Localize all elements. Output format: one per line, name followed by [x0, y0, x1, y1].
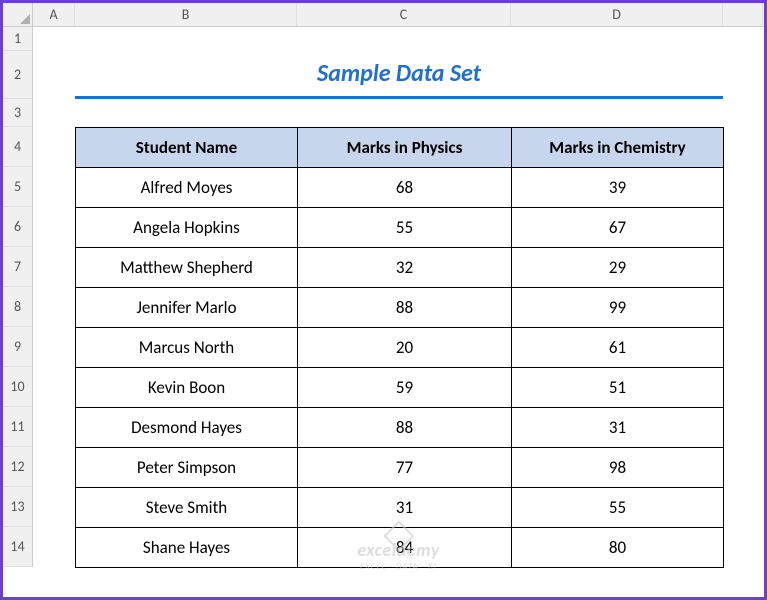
table-row: Shane Hayes8480: [76, 528, 724, 568]
header-student-name[interactable]: Student Name: [76, 128, 298, 168]
table-row: Matthew Shepherd3229: [76, 248, 724, 288]
row-header-10[interactable]: 10: [3, 367, 32, 407]
cell-student-name[interactable]: Jennifer Marlo: [76, 288, 298, 328]
cell-student-name[interactable]: Desmond Hayes: [76, 408, 298, 448]
cell-student-name[interactable]: Angela Hopkins: [76, 208, 298, 248]
col-header-D[interactable]: D: [511, 3, 723, 26]
cell-student-name[interactable]: Shane Hayes: [76, 528, 298, 568]
table-row: Jennifer Marlo8899: [76, 288, 724, 328]
cell-marks-physics[interactable]: 31: [298, 488, 512, 528]
cell-marks-chemistry[interactable]: 99: [512, 288, 724, 328]
cell-marks-chemistry[interactable]: 98: [512, 448, 724, 488]
table-row: Desmond Hayes8831: [76, 408, 724, 448]
cell-marks-chemistry[interactable]: 51: [512, 368, 724, 408]
cell-marks-chemistry[interactable]: 39: [512, 168, 724, 208]
header-marks-physics[interactable]: Marks in Physics: [298, 128, 512, 168]
cell-marks-chemistry[interactable]: 67: [512, 208, 724, 248]
cell-marks-physics[interactable]: 84: [298, 528, 512, 568]
row-headers: 1234567891011121314: [3, 27, 33, 567]
title-cell: Sample Data Set: [75, 51, 723, 99]
col-header-blank[interactable]: [723, 3, 763, 26]
row-header-4[interactable]: 4: [3, 127, 32, 167]
row-header-11[interactable]: 11: [3, 407, 32, 447]
col-header-B[interactable]: B: [75, 3, 297, 26]
table-row: Alfred Moyes6839: [76, 168, 724, 208]
sheet-title: Sample Data Set: [317, 59, 481, 88]
col-header-C[interactable]: C: [297, 3, 511, 26]
cell-marks-chemistry[interactable]: 55: [512, 488, 724, 528]
cell-student-name[interactable]: Marcus North: [76, 328, 298, 368]
row-header-9[interactable]: 9: [3, 327, 32, 367]
row-header-6[interactable]: 6: [3, 207, 32, 247]
row-header-2[interactable]: 2: [3, 51, 32, 99]
table-row: Peter Simpson7798: [76, 448, 724, 488]
cell-student-name[interactable]: Peter Simpson: [76, 448, 298, 488]
row-header-3[interactable]: 3: [3, 99, 32, 127]
row-header-12[interactable]: 12: [3, 447, 32, 487]
row-header-5[interactable]: 5: [3, 167, 32, 207]
select-all-cell[interactable]: [3, 3, 33, 27]
data-table: Student Name Marks in Physics Marks in C…: [75, 127, 724, 568]
table-row: Kevin Boon5951: [76, 368, 724, 408]
row-header-1[interactable]: 1: [3, 27, 32, 51]
col-header-A[interactable]: A: [33, 3, 75, 26]
table-row: Angela Hopkins5567: [76, 208, 724, 248]
row-header-7[interactable]: 7: [3, 247, 32, 287]
row-header-14[interactable]: 14: [3, 527, 32, 567]
cell-marks-physics[interactable]: 88: [298, 288, 512, 328]
cell-student-name[interactable]: Alfred Moyes: [76, 168, 298, 208]
table-row: Steve Smith3155: [76, 488, 724, 528]
cell-student-name[interactable]: Steve Smith: [76, 488, 298, 528]
row-header-13[interactable]: 13: [3, 487, 32, 527]
spreadsheet-grid[interactable]: Sample Data Set Student Name Marks in Ph…: [33, 27, 764, 597]
header-marks-chemistry[interactable]: Marks in Chemistry: [512, 128, 724, 168]
cell-marks-physics[interactable]: 32: [298, 248, 512, 288]
cell-marks-physics[interactable]: 59: [298, 368, 512, 408]
cell-student-name[interactable]: Matthew Shepherd: [76, 248, 298, 288]
cell-marks-chemistry[interactable]: 29: [512, 248, 724, 288]
cell-marks-physics[interactable]: 77: [298, 448, 512, 488]
column-headers: ABCD: [33, 3, 764, 27]
header-row: Student Name Marks in Physics Marks in C…: [76, 128, 724, 168]
cell-marks-physics[interactable]: 20: [298, 328, 512, 368]
cell-student-name[interactable]: Kevin Boon: [76, 368, 298, 408]
cell-marks-physics[interactable]: 88: [298, 408, 512, 448]
cell-marks-chemistry[interactable]: 80: [512, 528, 724, 568]
cell-marks-physics[interactable]: 55: [298, 208, 512, 248]
table-row: Marcus North2061: [76, 328, 724, 368]
cell-marks-chemistry[interactable]: 31: [512, 408, 724, 448]
cell-marks-physics[interactable]: 68: [298, 168, 512, 208]
cell-marks-chemistry[interactable]: 61: [512, 328, 724, 368]
row-header-8[interactable]: 8: [3, 287, 32, 327]
